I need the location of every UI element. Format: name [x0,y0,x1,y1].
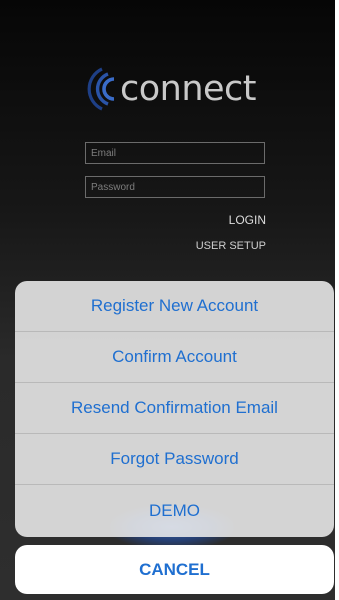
action-sheet: Register New Account Confirm Account Res… [15,281,334,537]
app-screen: connect LOGIN USER SETUP Register New Ac… [0,0,339,600]
email-field[interactable] [85,142,265,164]
password-field[interactable] [85,176,265,198]
resend-confirmation-email-button[interactable]: Resend Confirmation Email [15,383,334,434]
connect-logo: connect [82,64,257,114]
confirm-account-button[interactable]: Confirm Account [15,332,334,383]
cancel-button[interactable]: CANCEL [15,545,334,594]
login-button[interactable]: LOGIN [229,213,266,227]
screen-edge [335,0,339,600]
register-new-account-button[interactable]: Register New Account [15,281,334,332]
user-setup-button[interactable]: USER SETUP [196,240,266,252]
signal-waves-icon [87,67,115,111]
logo-wordmark: connect [120,68,257,109]
forgot-password-button[interactable]: Forgot Password [15,434,334,485]
demo-button[interactable]: DEMO [15,485,334,537]
